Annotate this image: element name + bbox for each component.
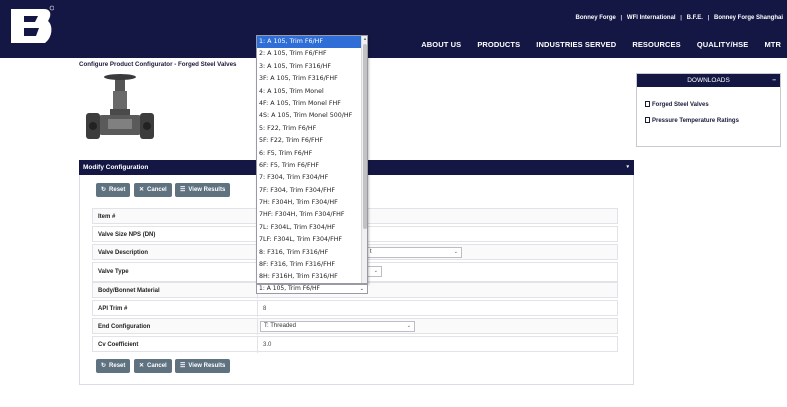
dropdown-option[interactable]: 3: A 105, Trim F316/HF xyxy=(257,61,367,73)
chevron-down-icon: ⌄ xyxy=(406,323,411,329)
row-value-cell: 8 xyxy=(257,301,619,317)
row-end-configuration: End Configuration T: Threaded ⌄ xyxy=(92,318,619,335)
top-link-bfe[interactable]: B.F.E. xyxy=(687,15,703,21)
downloads-title: DOWNLOADS xyxy=(687,77,730,84)
end-configuration-select[interactable]: T: Threaded ⌄ xyxy=(260,321,415,332)
dropdown-option[interactable]: 4F: A 105, Trim Monel FHF xyxy=(257,98,367,110)
refresh-icon: ↻ xyxy=(101,187,107,193)
dropdown-option[interactable]: 6F: F5, Trim F6/FHF xyxy=(257,160,367,172)
nav-about-us[interactable]: ABOUT US xyxy=(421,40,461,49)
nav-products[interactable]: PRODUCTS xyxy=(477,40,520,49)
nav-resources[interactable]: RESOURCES xyxy=(632,40,680,49)
row-label: API Trim # xyxy=(98,306,128,312)
nav-industries-served[interactable]: INDUSTRIES SERVED xyxy=(536,40,616,49)
nav-mtr[interactable]: MTR xyxy=(764,40,781,49)
body-bonnet-material-select[interactable]: 1: A 105, Trim F6/HF ⌄ xyxy=(256,284,368,294)
page-title: Configure Product Configurator - Forged … xyxy=(79,61,237,68)
download-pressure-temperature[interactable]: Pressure Temperature Ratings xyxy=(645,117,739,124)
dropdown-option[interactable]: 7H: F304H, Trim F304/HF xyxy=(257,197,367,209)
dropdown-option[interactable]: 7: F304, Trim F304/HF xyxy=(257,172,367,184)
dropdown-option[interactable]: 4: A 105, Trim Monel xyxy=(257,86,367,98)
top-utility-links: Bonney Forge | WFI International | B.F.E… xyxy=(573,15,783,21)
dropdown-option[interactable]: 7L: F304L, Trim F304/HF xyxy=(257,222,367,234)
row-label: Valve Type xyxy=(98,269,129,275)
collapse-icon[interactable]: − xyxy=(772,74,776,87)
select-value: T: Threaded xyxy=(264,323,296,329)
row-label: Valve Size NPS (DN) xyxy=(98,232,156,238)
reset-button-bottom[interactable]: ↻ Reset xyxy=(96,359,131,373)
cancel-label: Cancel xyxy=(147,187,167,193)
dropdown-scrollbar[interactable]: ▲ xyxy=(361,36,367,283)
dropdown-option[interactable]: 2: A 105, Trim F6/FHF xyxy=(257,48,367,60)
site-header: Bonney Forge | WFI International | B.F.E… xyxy=(0,0,787,58)
download-label: Pressure Temperature Ratings xyxy=(652,118,739,124)
row-label: End Configuration xyxy=(98,324,151,330)
dropdown-option[interactable]: 3F: A 105, Trim F316/FHF xyxy=(257,73,367,85)
dropdown-option[interactable]: 6: F5, Trim F6/HF xyxy=(257,148,367,160)
top-link-bonney-forge[interactable]: Bonney Forge xyxy=(576,15,616,21)
reset-label: Reset xyxy=(109,187,126,193)
row-value-cell: T: Threaded ⌄ xyxy=(257,319,619,335)
row-api-trim: API Trim # 8 xyxy=(92,300,619,317)
downloads-header: DOWNLOADS − xyxy=(637,74,780,87)
row-value-cell: 3.0 xyxy=(257,337,619,353)
row-label: Item # xyxy=(98,214,116,220)
api-trim-value: 8 xyxy=(263,306,267,312)
nav-quality-hse[interactable]: QUALITY/HSE xyxy=(697,40,749,49)
dropdown-option[interactable]: 1: A 105, Trim F6/HF xyxy=(257,36,367,49)
chevron-down-icon[interactable]: ▾ xyxy=(626,160,629,175)
list-icon: ☰ xyxy=(180,187,186,193)
forged-steel-valve-image xyxy=(86,74,154,139)
list-icon: ☰ xyxy=(180,363,186,369)
row-label: Cv Coefficient xyxy=(98,342,139,348)
cancel-button[interactable]: ✕ Cancel xyxy=(134,183,172,197)
scrollbar-thumb[interactable] xyxy=(363,44,367,229)
cv-coefficient-value: 3.0 xyxy=(263,342,272,348)
dropdown-option[interactable]: 7LF: F304L, Trim F304/FHF xyxy=(257,234,367,246)
bonney-forge-logo[interactable] xyxy=(8,5,54,49)
chevron-down-icon: ⌄ xyxy=(359,286,364,292)
reset-button[interactable]: ↻ Reset xyxy=(96,183,131,197)
dropdown-option[interactable]: 5F: F22, Trim F6/FHF xyxy=(257,135,367,147)
select-value: t xyxy=(370,249,372,255)
cancel-button-bottom[interactable]: ✕ Cancel xyxy=(134,359,172,373)
row-label: Valve Description xyxy=(98,250,149,256)
top-link-shanghai[interactable]: Bonney Forge Shanghai xyxy=(714,15,783,21)
reset-label: Reset xyxy=(109,363,126,369)
chevron-down-icon: ⌄ xyxy=(453,249,458,255)
row-cv-coefficient: Cv Coefficient 3.0 xyxy=(92,336,619,353)
download-forged-steel-valves[interactable]: Forged Steel Valves xyxy=(645,101,709,108)
main-nav: ABOUT US PRODUCTS INDUSTRIES SERVED RESO… xyxy=(407,40,781,49)
dropdown-option[interactable]: 8F: F316, Trim F316/FHF xyxy=(257,259,367,271)
close-icon: ✕ xyxy=(139,363,145,369)
body-bonnet-material-dropdown[interactable]: 1: A 105, Trim F6/HF 2: A 105, Trim F6/FH… xyxy=(256,35,368,284)
separator: | xyxy=(620,15,623,21)
dropdown-option[interactable]: 8H: F316H, Trim F316/HF xyxy=(257,271,367,283)
top-link-wfi[interactable]: WFI International xyxy=(627,15,676,21)
close-icon: ✕ xyxy=(139,187,145,193)
view-results-button-bottom[interactable]: ☰ View Results xyxy=(175,359,231,373)
document-icon xyxy=(645,117,650,123)
download-label: Forged Steel Valves xyxy=(652,102,709,108)
chevron-down-icon: ⌄ xyxy=(373,268,378,274)
dropdown-option[interactable]: 8: F316, Trim F316/HF xyxy=(257,247,367,259)
scroll-up-icon[interactable]: ▲ xyxy=(362,36,367,42)
separator: | xyxy=(707,15,710,21)
cancel-label: Cancel xyxy=(147,363,167,369)
dropdown-option[interactable]: 7F: F304, Trim F304/FHF xyxy=(257,185,367,197)
dropdown-options: 1: A 105, Trim F6/HF 2: A 105, Trim F6/FH… xyxy=(257,36,367,283)
row-label: Body/Bonnet Material xyxy=(98,288,160,294)
document-icon xyxy=(645,101,650,107)
separator: | xyxy=(680,15,682,21)
select-value: 1: A 105, Trim F6/HF xyxy=(259,285,320,292)
dropdown-option[interactable]: 7HF: F304H, Trim F304/FHF xyxy=(257,209,367,221)
view-results-label: View Results xyxy=(188,187,226,193)
dropdown-option[interactable]: 4S: A 105, Trim Monel 500/HF xyxy=(257,110,367,122)
view-results-label: View Results xyxy=(188,363,226,369)
refresh-icon: ↻ xyxy=(101,363,107,369)
view-results-button[interactable]: ☰ View Results xyxy=(175,183,231,197)
downloads-panel: DOWNLOADS − Forged Steel Valves Pressure… xyxy=(636,73,781,147)
modify-configuration-title: Modify Configuration xyxy=(83,164,149,171)
dropdown-option[interactable]: 5: F22, Trim F6/HF xyxy=(257,123,367,135)
